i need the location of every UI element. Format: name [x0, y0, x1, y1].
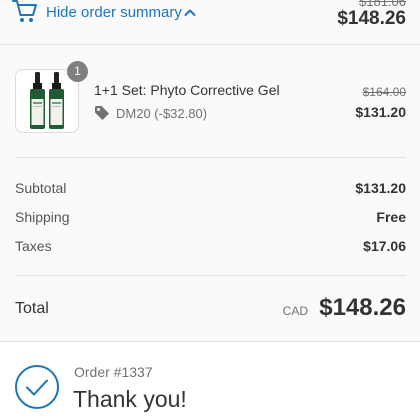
total-label: Total — [15, 300, 49, 317]
order-summary-toggle[interactable]: Hide order summary $181.06 $148.26 — [0, 0, 420, 45]
shipping-value: Free — [376, 209, 406, 225]
compare-at-price: $164.00 — [362, 85, 406, 99]
subtotal-value: $131.20 — [355, 180, 406, 196]
order-number: Order #1337 — [74, 364, 153, 380]
toggle-summary-label[interactable]: Hide order summary — [46, 4, 182, 21]
taxes-value: $17.06 — [363, 238, 406, 254]
line-item-price: $131.20 — [355, 104, 406, 120]
taxes-label: Taxes — [15, 238, 52, 254]
shipping-label: Shipping — [15, 209, 70, 225]
checkmark-circle-icon — [15, 365, 59, 409]
subtotal-label: Subtotal — [15, 180, 67, 196]
cart-icon — [12, 0, 37, 22]
header-total: $148.26 — [337, 8, 406, 29]
tag-icon — [95, 106, 109, 120]
chevron-up-icon[interactable] — [184, 8, 196, 17]
thank-you-heading: Thank you! — [73, 386, 187, 412]
order-summary-panel: Hide order summary $181.06 $148.26 1 1+1… — [0, 0, 420, 342]
divider — [15, 275, 406, 276]
discount-code: DM20 (-$32.80) — [116, 106, 208, 121]
quantity-badge: 1 — [67, 61, 88, 82]
serum-bottles-image — [30, 72, 64, 129]
divider — [15, 157, 406, 158]
grand-total: $148.26 — [319, 294, 406, 321]
product-name: 1+1 Set: Phyto Corrective Gel — [94, 82, 280, 98]
currency-code: CAD — [282, 304, 308, 318]
